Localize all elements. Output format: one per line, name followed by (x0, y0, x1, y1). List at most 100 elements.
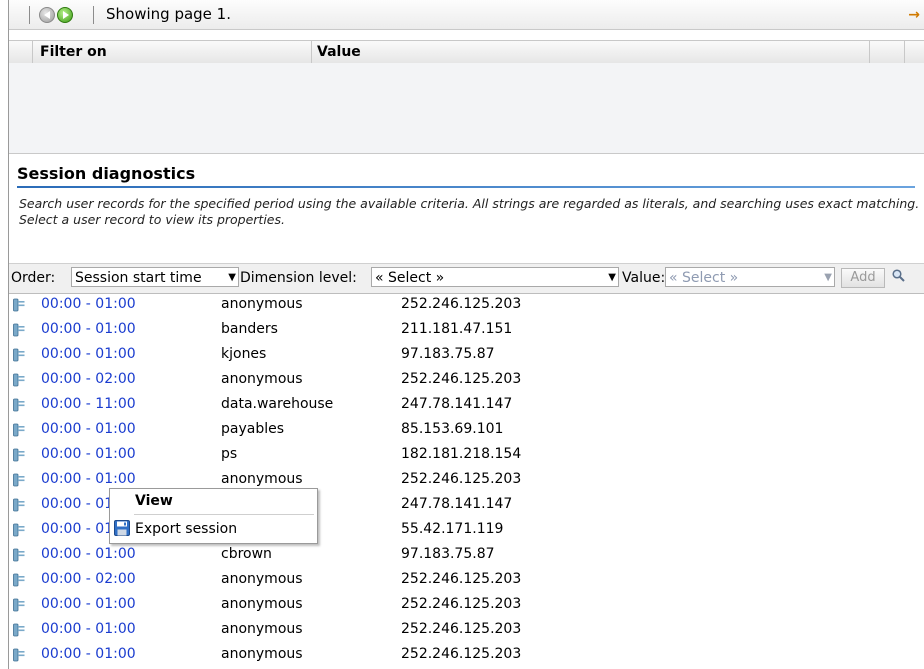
session-record-icon (13, 323, 25, 337)
session-record-icon (13, 398, 25, 412)
value-select[interactable]: « Select » ▼ (665, 267, 835, 287)
session-user: anonymous (221, 571, 303, 587)
session-user: kjones (221, 346, 267, 362)
filter-table-header: Filter on Value (9, 40, 924, 64)
session-row[interactable]: 00:00 - 01:00 banders 211.181.47.151 (9, 318, 924, 342)
session-user: anonymous (221, 371, 303, 387)
session-ip: 252.246.125.203 (401, 596, 522, 612)
session-ip: 252.246.125.203 (401, 471, 522, 487)
session-record-icon (13, 498, 25, 512)
dimension-select[interactable]: « Select » ▼ (371, 267, 619, 287)
session-ip: 85.153.69.101 (401, 421, 504, 437)
session-row[interactable]: 00:00 - 01:00 anonymous 252.246.125.203 (9, 293, 924, 317)
session-record-icon (13, 648, 25, 662)
session-ip: 252.246.125.203 (401, 371, 522, 387)
context-menu-export-session[interactable]: Export session (112, 518, 315, 540)
session-time-link[interactable]: 00:00 - 02:00 (41, 571, 136, 587)
session-time-link[interactable]: 00:00 - 11:00 (41, 396, 136, 412)
session-time-link[interactable]: 00:00 - 01:00 (41, 296, 136, 312)
dimension-label: Dimension level: (240, 270, 357, 286)
session-user: anonymous (221, 646, 303, 662)
session-record-icon (13, 298, 25, 312)
session-record-icon (13, 423, 25, 437)
session-row[interactable]: 00:00 - 01:00 payables 85.153.69.101 (9, 418, 924, 442)
session-row[interactable]: 00:00 - 02:00 anonymous 252.246.125.203 (9, 368, 924, 392)
value-select-value: « Select » (669, 270, 739, 286)
session-user: anonymous (221, 296, 303, 312)
session-user: anonymous (221, 471, 303, 487)
toolbar-separator (93, 6, 94, 24)
session-time-link[interactable]: 00:00 - 01:00 (41, 471, 136, 487)
session-time-link[interactable]: 00:00 - 01:00 (41, 346, 136, 362)
session-row[interactable]: 00:00 - 01:00 anonymous 252.246.125.203 (9, 593, 924, 617)
session-row[interactable]: 00:00 - 01:00 anonymous 252.246.125.203 (9, 643, 924, 667)
context-menu: View Export session (109, 488, 318, 544)
session-time-link[interactable]: 00:00 - 01:00 (41, 621, 136, 637)
session-time-link[interactable]: 00:00 - 01:00 (41, 646, 136, 662)
session-time-link[interactable]: 00:00 - 01:00 (41, 446, 136, 462)
page-status: Showing page 1. (106, 5, 231, 23)
session-row[interactable]: 00:00 - 01:00 anonymous 252.246.125.203 (9, 618, 924, 642)
session-record-icon (13, 473, 25, 487)
session-ip: 97.183.75.87 (401, 546, 495, 562)
session-ip: 211.181.47.151 (401, 321, 513, 337)
filter-select-column (9, 41, 33, 63)
session-ip: 97.183.75.87 (401, 346, 495, 362)
context-menu-view[interactable]: View (135, 493, 173, 509)
session-row[interactable]: 00:00 - 01:00 ps 182.181.218.154 (9, 443, 924, 467)
add-criteria-button[interactable]: Add (841, 268, 885, 288)
order-select-value: Session start time (75, 270, 202, 286)
chevron-down-icon: ▼ (228, 272, 236, 283)
session-time-link[interactable]: 00:00 - 01:00 (41, 596, 136, 612)
session-user: data.warehouse (221, 396, 334, 412)
session-user: anonymous (221, 596, 303, 612)
section-description: Search user records for the specified pe… (19, 196, 920, 227)
session-row[interactable]: 00:00 - 01:00 cbrown 97.183.75.87 (9, 543, 924, 567)
session-ip: 252.246.125.203 (401, 621, 522, 637)
session-record-icon (13, 348, 25, 362)
session-record-icon (13, 448, 25, 462)
menu-separator (134, 514, 314, 515)
session-time-link[interactable]: 00:00 - 02:00 (41, 371, 136, 387)
session-results-list: 00:00 - 01:00 anonymous 252.246.125.203 00:… (9, 292, 924, 669)
session-record-icon (13, 598, 25, 612)
section-title: Session diagnostics (17, 164, 196, 183)
filter-table-body (9, 63, 924, 154)
session-ip: 247.78.141.147 (401, 496, 513, 512)
section-rule (17, 186, 915, 188)
chevron-down-icon: ▼ (824, 272, 832, 283)
session-ip: 55.42.171.119 (401, 521, 504, 537)
floppy-disk-icon (114, 520, 130, 536)
export-session-label: Export session (135, 521, 238, 537)
order-select[interactable]: Session start time ▼ (71, 267, 239, 287)
filter-on-header[interactable]: Filter on (40, 44, 107, 60)
order-label: Order: (11, 270, 56, 286)
magnifier-icon[interactable] (892, 269, 905, 282)
session-record-icon (13, 523, 25, 537)
session-time-link[interactable]: 00:00 - 01:00 (41, 321, 136, 337)
previous-page-icon[interactable] (39, 7, 55, 23)
value-label: Value: (622, 270, 666, 286)
session-row[interactable]: 00:00 - 01:00 kjones 97.183.75.87 (9, 343, 924, 367)
session-record-icon (13, 623, 25, 637)
criteria-bar: Order: Session start time ▼ Dimension le… (9, 263, 924, 294)
session-user: ps (221, 446, 238, 462)
next-page-icon[interactable] (57, 7, 73, 23)
pager-toolbar: Showing page 1. → (9, 0, 924, 30)
chevron-down-icon: ▼ (608, 272, 616, 283)
session-row[interactable]: 00:00 - 02:00 anonymous 252.246.125.203 (9, 568, 924, 592)
export-icon[interactable]: → (908, 7, 920, 23)
session-user: payables (221, 421, 285, 437)
session-row[interactable]: 00:00 - 11:00 data.warehouse 247.78.141.14… (9, 393, 924, 417)
toolbar-separator (29, 6, 30, 24)
session-record-icon (13, 373, 25, 387)
session-time-link[interactable]: 00:00 - 01:00 (41, 546, 136, 562)
session-ip: 247.78.141.147 (401, 396, 513, 412)
value-header[interactable]: Value (317, 44, 361, 60)
session-ip: 182.181.218.154 (401, 446, 522, 462)
session-time-link[interactable]: 00:00 - 01:00 (41, 421, 136, 437)
session-user: anonymous (221, 621, 303, 637)
session-user: banders (221, 321, 278, 337)
session-record-icon (13, 548, 25, 562)
session-user: cbrown (221, 546, 272, 562)
